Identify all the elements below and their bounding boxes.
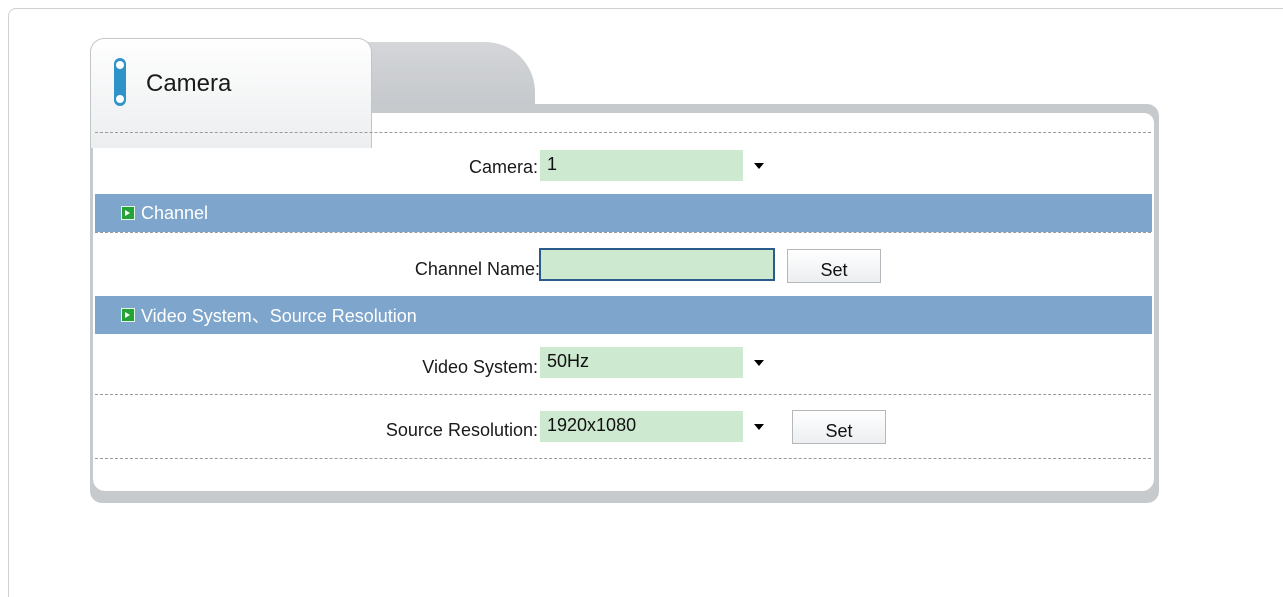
camera-select[interactable]: 1 (540, 150, 775, 181)
camera-label: Camera: (468, 157, 538, 177)
source-resolution-label: Source Resolution: (385, 420, 538, 440)
row-divider (95, 232, 1151, 233)
channel-name-label: Channel Name: (414, 259, 540, 279)
secondary-tab[interactable] (350, 42, 535, 106)
row-divider (95, 394, 1151, 395)
channel-name-input[interactable] (539, 248, 775, 281)
chevron-down-icon[interactable] (743, 347, 775, 378)
chevron-down-icon[interactable] (743, 150, 775, 181)
row-divider (95, 132, 1151, 133)
arrow-right-icon (121, 206, 135, 220)
channel-set-button[interactable]: Set (787, 249, 881, 283)
source-resolution-select[interactable]: 1920x1080 (540, 411, 775, 442)
section-title: Video System、Source Resolution (141, 306, 417, 326)
video-system-label: Video System: (422, 357, 538, 377)
pill-icon (114, 58, 126, 106)
row-divider (95, 458, 1151, 459)
resolution-set-button[interactable]: Set (792, 410, 886, 444)
tab-title: Camera (146, 70, 232, 97)
camera-select-value: 1 (547, 154, 558, 174)
video-system-select[interactable]: 50Hz (540, 347, 775, 378)
section-header-video-system: Video System、Source Resolution (95, 296, 1152, 334)
arrow-right-icon (121, 308, 135, 322)
chevron-down-icon[interactable] (743, 411, 775, 442)
video-system-select-value: 50Hz (547, 351, 590, 371)
source-resolution-select-value: 1920x1080 (547, 415, 637, 435)
section-header-channel: Channel (95, 194, 1152, 232)
section-title: Channel (141, 202, 209, 223)
